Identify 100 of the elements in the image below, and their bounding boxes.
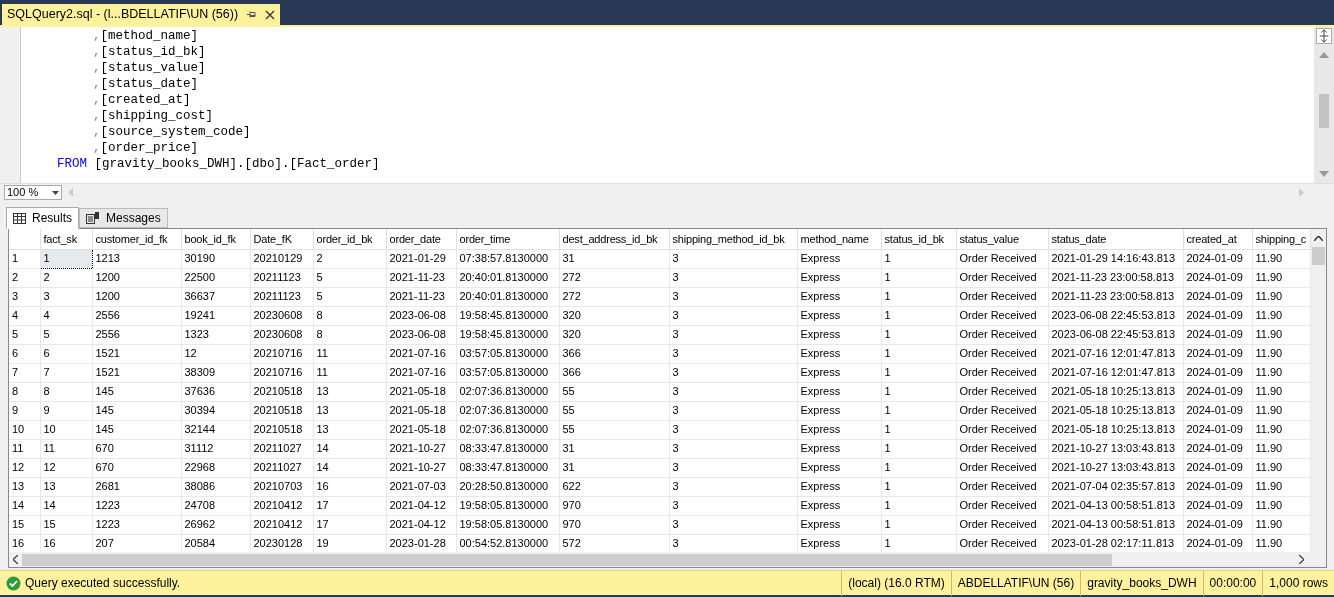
- row-number[interactable]: 8: [9, 382, 40, 401]
- zoom-value: 100 %: [7, 185, 39, 201]
- document-tab[interactable]: SQLQuery2.sql - (l...BDELLATIF\UN (56)): [2, 4, 281, 25]
- status-section: gravity_books_DWH: [1080, 570, 1203, 596]
- table-cell: Express: [797, 515, 881, 534]
- row-number[interactable]: 2: [9, 268, 40, 287]
- row-number[interactable]: 7: [9, 363, 40, 382]
- scrollbar-thumb[interactable]: [22, 553, 1112, 566]
- column-header[interactable]: shipping_method_id_bk: [669, 229, 797, 249]
- table-cell: 1213: [92, 249, 181, 268]
- column-header[interactable]: shipping_c: [1252, 229, 1310, 249]
- table-cell: 20211123: [250, 287, 313, 306]
- table-cell: 11.90: [1252, 344, 1310, 363]
- table-cell: 36637: [181, 287, 250, 306]
- column-header[interactable]: method_name: [797, 229, 881, 249]
- scroll-down-icon[interactable]: [1319, 171, 1329, 177]
- row-number[interactable]: 11: [9, 439, 40, 458]
- table-cell: 02:07:36.8130000: [456, 382, 559, 401]
- grid-icon: [13, 212, 26, 224]
- table-cell: 12: [181, 344, 250, 363]
- table-cell: 55: [559, 382, 669, 401]
- scroll-up-icon[interactable]: [1313, 236, 1323, 241]
- table-cell: 2024-01-09: [1183, 458, 1252, 477]
- row-number[interactable]: 15: [9, 515, 40, 534]
- column-header[interactable]: Date_fK: [250, 229, 313, 249]
- zoom-dropdown[interactable]: 100 %: [4, 185, 62, 200]
- table-cell: 272: [559, 287, 669, 306]
- column-header[interactable]: status_date: [1048, 229, 1183, 249]
- table-cell: 1: [881, 420, 956, 439]
- table-cell: 11.90: [1252, 496, 1310, 515]
- table-cell: Order Received: [956, 496, 1048, 515]
- table-cell: 2024-01-09: [1183, 420, 1252, 439]
- row-number[interactable]: 12: [9, 458, 40, 477]
- table-cell: 32144: [181, 420, 250, 439]
- table-cell: 622: [559, 477, 669, 496]
- table-cell: Order Received: [956, 363, 1048, 382]
- table-cell: 55: [559, 401, 669, 420]
- table-cell: 2024-01-09: [1183, 268, 1252, 287]
- column-header[interactable]: status_value: [956, 229, 1048, 249]
- table-cell: 2023-06-08: [386, 325, 456, 344]
- column-header[interactable]: book_id_fk: [181, 229, 250, 249]
- column-header[interactable]: order_id_bk: [313, 229, 386, 249]
- row-number[interactable]: 1: [9, 249, 40, 268]
- table-cell: 2021-11-23 23:00:58.813: [1048, 287, 1183, 306]
- table-cell: Order Received: [956, 515, 1048, 534]
- table-cell: 07:38:57.8130000: [456, 249, 559, 268]
- table-cell: 1: [881, 382, 956, 401]
- row-number[interactable]: 4: [9, 306, 40, 325]
- table-cell: 970: [559, 515, 669, 534]
- table-cell: 2024-01-09: [1183, 496, 1252, 515]
- row-number[interactable]: 10: [9, 420, 40, 439]
- scroll-left-icon[interactable]: [13, 555, 18, 564]
- table-cell: 3: [669, 287, 797, 306]
- code-line: ,[order_price]: [92, 140, 200, 156]
- table-cell: 2021-01-29: [386, 249, 456, 268]
- table-cell: 3: [669, 363, 797, 382]
- column-header[interactable]: order_time: [456, 229, 559, 249]
- table-cell: 11.90: [1252, 382, 1310, 401]
- column-header[interactable]: order_date: [386, 229, 456, 249]
- table-cell: 11.90: [1252, 249, 1310, 268]
- table-cell: 5: [313, 268, 386, 287]
- table-cell: 2: [40, 268, 92, 287]
- row-number[interactable]: 9: [9, 401, 40, 420]
- row-number[interactable]: 5: [9, 325, 40, 344]
- table-cell: 2021-07-03: [386, 477, 456, 496]
- column-header[interactable]: customer_id_fk: [92, 229, 181, 249]
- row-number[interactable]: 3: [9, 287, 40, 306]
- table-cell: 17: [313, 515, 386, 534]
- split-icon[interactable]: [1316, 28, 1332, 44]
- scrollbar-thumb[interactable]: [1311, 247, 1325, 265]
- scrollbar-thumb[interactable]: [1319, 94, 1329, 128]
- code-line: FROM [gravity_books_DWH].[dbo].[Fact_order]: [56, 156, 381, 172]
- table-cell: 2021-05-18 10:25:13.813: [1048, 382, 1183, 401]
- column-header[interactable]: fact_sk: [40, 229, 92, 249]
- table-cell: 3: [669, 306, 797, 325]
- close-icon[interactable]: [265, 9, 276, 20]
- table-cell: 11.90: [1252, 401, 1310, 420]
- table-cell: 145: [92, 420, 181, 439]
- row-number[interactable]: 14: [9, 496, 40, 515]
- column-header[interactable]: created_at: [1183, 229, 1252, 249]
- table-cell: 1: [881, 268, 956, 287]
- table-cell: 26962: [181, 515, 250, 534]
- code-line: ,[source_system_code]: [92, 124, 252, 140]
- table-cell: 08:33:47.8130000: [456, 458, 559, 477]
- row-number[interactable]: 6: [9, 344, 40, 363]
- table-cell: 10: [40, 420, 92, 439]
- result-tab[interactable]: Messages: [79, 208, 168, 228]
- column-header[interactable]: status_id_bk: [881, 229, 956, 249]
- result-tab[interactable]: Results: [6, 207, 79, 229]
- pin-icon[interactable]: [246, 9, 258, 20]
- row-number[interactable]: 13: [9, 477, 40, 496]
- table-cell: 2556: [92, 306, 181, 325]
- table-cell: 20210412: [250, 515, 313, 534]
- table-cell: 08:33:47.8130000: [456, 439, 559, 458]
- table-cell: Express: [797, 477, 881, 496]
- table-cell: 2024-01-09: [1183, 515, 1252, 534]
- table-cell: 2021-10-27 13:03:43.813: [1048, 439, 1183, 458]
- table-cell: Order Received: [956, 306, 1048, 325]
- column-header[interactable]: dest_address_id_bk: [559, 229, 669, 249]
- scroll-right-icon[interactable]: [1299, 555, 1304, 564]
